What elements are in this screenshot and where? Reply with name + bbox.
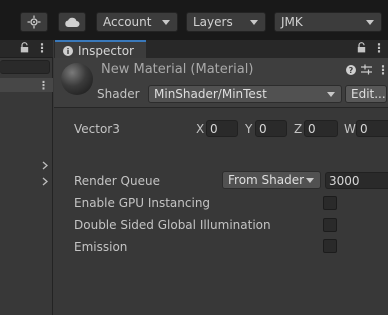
gpu-instancing-label: Enable GPU Instancing xyxy=(74,196,211,210)
svg-text:?: ? xyxy=(349,66,354,75)
tab-inspector[interactable]: Inspector xyxy=(55,40,146,59)
material-preview-sphere xyxy=(61,63,93,95)
render-queue-value-field[interactable]: 3000 xyxy=(325,172,388,189)
hierarchy-search-input[interactable] xyxy=(0,60,50,74)
chevron-down-icon xyxy=(366,19,374,25)
layers-label: Layers xyxy=(193,15,233,29)
layout-label: JMK xyxy=(281,15,303,29)
more-options-icon[interactable]: ⋮ xyxy=(38,79,49,92)
more-options-icon[interactable]: ⋮ xyxy=(36,41,48,55)
tab-inspector-label: Inspector xyxy=(78,43,134,58)
vector-y-value: 0 xyxy=(259,121,267,136)
edit-shader-button[interactable]: Edit... xyxy=(345,85,387,103)
chevron-down-icon xyxy=(250,19,258,25)
double-sided-gi-checkbox[interactable] xyxy=(323,218,337,232)
vector-x-field[interactable]: 0 xyxy=(206,120,238,137)
render-queue-value: 3000 xyxy=(329,173,360,188)
vector-z-field[interactable]: 0 xyxy=(304,120,338,137)
lock-icon[interactable] xyxy=(20,42,29,53)
material-title: New Material (Material) xyxy=(101,62,254,77)
services-button[interactable] xyxy=(20,12,48,32)
vector-w-field[interactable]: 0 xyxy=(356,120,388,137)
account-label: Account xyxy=(103,15,152,29)
cloud-icon xyxy=(64,17,80,28)
render-queue-mode: From Shader xyxy=(228,173,305,187)
emission-checkbox[interactable] xyxy=(323,239,337,253)
vector3-label: Vector3 xyxy=(74,122,120,136)
render-queue-label: Render Queue xyxy=(74,174,160,188)
help-icon[interactable]: ? xyxy=(346,65,356,75)
edit-label: Edit... xyxy=(351,87,386,101)
preset-icon[interactable] xyxy=(361,64,372,75)
emission-label: Emission xyxy=(74,240,128,254)
vector-w-value: 0 xyxy=(360,121,368,136)
lock-icon[interactable] xyxy=(357,42,366,53)
account-dropdown[interactable]: Account xyxy=(96,12,178,32)
vector-y-label: Y xyxy=(245,122,253,136)
info-icon xyxy=(63,45,73,56)
vector-w-label: W xyxy=(344,122,356,136)
chevron-down-icon xyxy=(162,19,170,25)
vector-y-field[interactable]: 0 xyxy=(255,120,287,137)
more-options-icon[interactable]: ⋮ xyxy=(373,41,385,55)
vector-x-label: X xyxy=(196,122,205,136)
vector-x-value: 0 xyxy=(210,121,218,136)
render-queue-dropdown[interactable]: From Shader xyxy=(222,171,321,189)
shader-label: Shader xyxy=(97,87,140,101)
shader-value: MinShader/MinTest xyxy=(154,87,267,101)
chevron-right-icon[interactable] xyxy=(42,161,48,170)
layout-dropdown[interactable]: JMK xyxy=(274,12,382,32)
vector-z-label: Z xyxy=(294,122,303,136)
chevron-down-icon xyxy=(306,177,314,183)
layers-dropdown[interactable]: Layers xyxy=(186,12,266,32)
gpu-instancing-checkbox[interactable] xyxy=(323,196,337,210)
chevron-down-icon xyxy=(327,91,335,97)
shader-dropdown[interactable]: MinShader/MinTest xyxy=(148,85,342,103)
cloud-button[interactable] xyxy=(58,12,86,32)
vector-z-value: 0 xyxy=(308,121,316,136)
chevron-right-icon[interactable] xyxy=(42,177,48,186)
double-sided-gi-label: Double Sided Global Illumination xyxy=(74,218,271,232)
services-icon xyxy=(27,15,41,29)
more-options-icon[interactable]: ⋮ xyxy=(377,63,388,77)
